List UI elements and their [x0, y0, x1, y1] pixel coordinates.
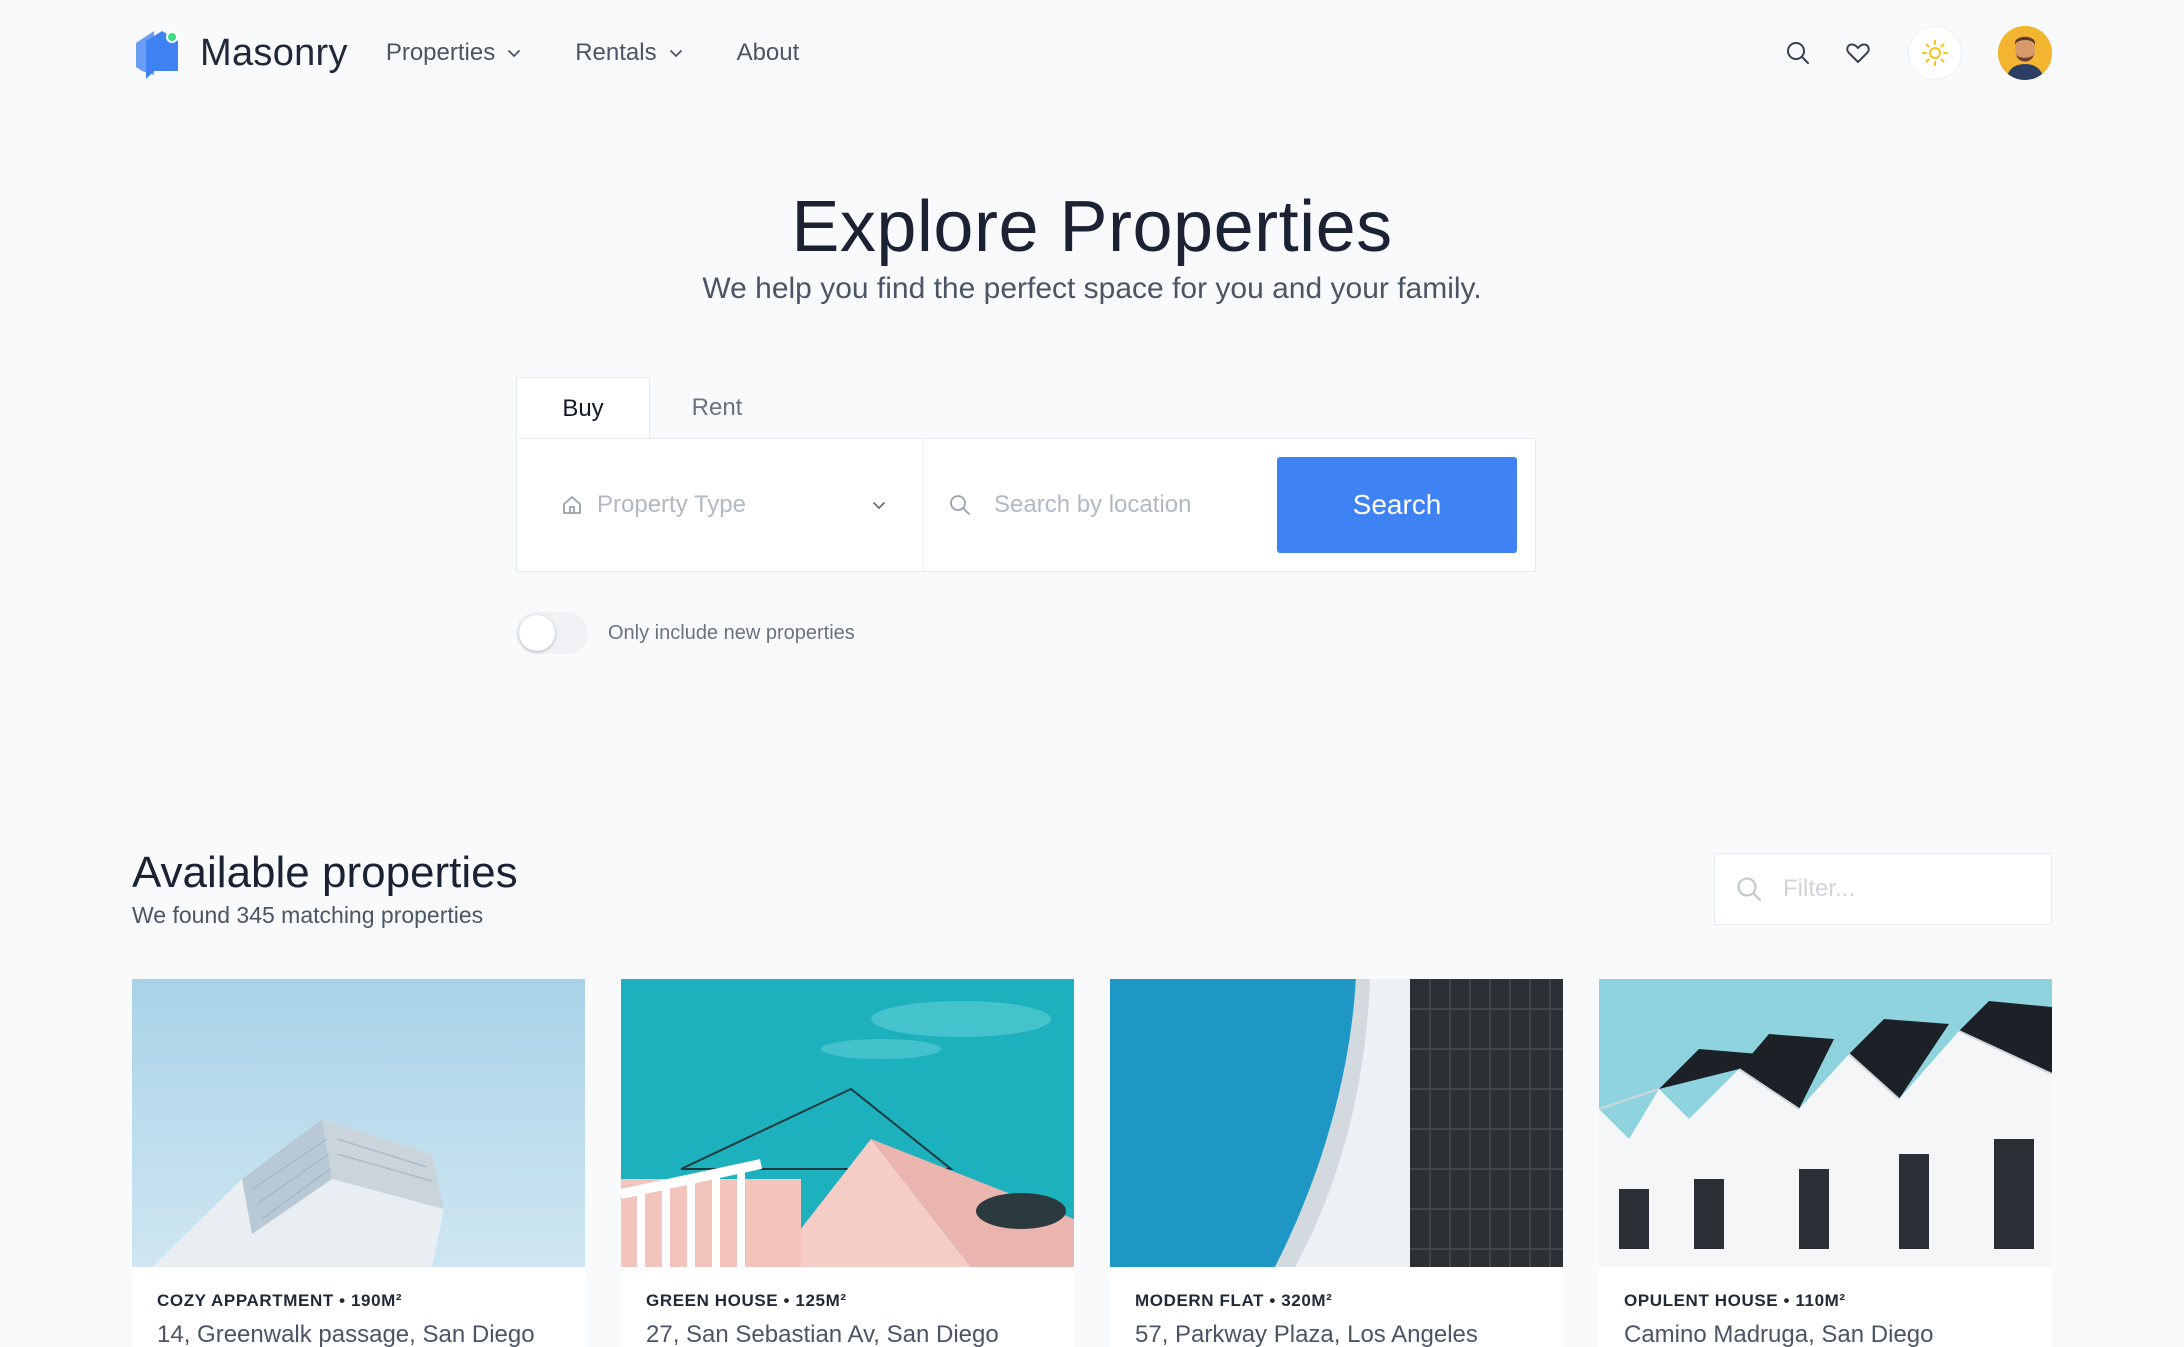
- nav-rentals-label: Rentals: [575, 39, 657, 66]
- card-address: 57, Parkway Plaza, Los Angeles: [1135, 1321, 1478, 1347]
- property-card[interactable]: OPULENT HOUSE • 110M² Camino Madruga, Sa…: [1599, 979, 2052, 1347]
- avatar[interactable]: [1998, 26, 2052, 80]
- new-properties-toggle[interactable]: [516, 612, 588, 654]
- card-meta: MODERN FLAT • 320M²: [1135, 1291, 1333, 1310]
- toggle-label: Only include new properties: [608, 621, 855, 644]
- home-icon: [563, 496, 581, 514]
- property-type-placeholder: Property Type: [597, 491, 746, 518]
- chevron-down-icon: [669, 50, 682, 58]
- brand[interactable]: Masonry: [132, 27, 348, 79]
- brand-name: Masonry: [200, 31, 348, 74]
- hero-subtitle: We help you find the perfect space for y…: [702, 272, 1482, 305]
- toggle-knob: [519, 615, 555, 651]
- location-search-input[interactable]: [994, 491, 1264, 519]
- property-card[interactable]: GREEN HOUSE • 125M² 27, San Sebastian Av…: [621, 979, 1074, 1347]
- search-panel: Property Type Search: [516, 438, 1536, 572]
- property-card[interactable]: COZY APPARTMENT • 190M² 14, Greenwalk pa…: [132, 979, 585, 1347]
- card-meta: OPULENT HOUSE • 110M²: [1624, 1291, 1846, 1310]
- hero-title: Explore Properties: [791, 187, 1393, 267]
- nav-about[interactable]: About: [737, 39, 800, 67]
- chevron-down-icon: [873, 502, 885, 510]
- property-cards: COZY APPARTMENT • 190M² 14, Greenwalk pa…: [132, 979, 2052, 1347]
- property-image: [1599, 979, 2052, 1267]
- brand-logo-icon: [132, 27, 184, 79]
- property-image: [132, 979, 585, 1267]
- search-tabs: Buy Rent: [516, 377, 784, 439]
- search-icon: [1737, 877, 1761, 901]
- nav-rentals[interactable]: Rentals: [575, 39, 684, 67]
- nav-properties[interactable]: Properties: [386, 39, 523, 67]
- property-type-select[interactable]: Property Type: [517, 439, 924, 571]
- new-properties-toggle-row: Only include new properties: [516, 612, 855, 654]
- card-meta: COZY APPARTMENT • 190M²: [157, 1291, 403, 1310]
- search-icon: [950, 495, 970, 515]
- property-image: [1110, 979, 1563, 1267]
- filter-input[interactable]: [1783, 875, 2023, 903]
- property-card[interactable]: MODERN FLAT • 320M² 57, Parkway Plaza, L…: [1110, 979, 1563, 1347]
- navbar: Masonry Properties Rentals About: [132, 22, 2052, 84]
- tab-buy[interactable]: Buy: [516, 377, 650, 439]
- search-button[interactable]: Search: [1277, 457, 1517, 553]
- location-field: [924, 439, 1277, 571]
- nav-properties-label: Properties: [385, 39, 496, 66]
- card-address: Camino Madruga, San Diego: [1624, 1321, 1934, 1347]
- theme-toggle-button[interactable]: [1908, 26, 1962, 80]
- card-address: 14, Greenwalk passage, San Diego: [157, 1321, 535, 1347]
- search-icon[interactable]: [1776, 31, 1820, 75]
- heart-icon[interactable]: [1836, 31, 1880, 75]
- sun-icon: [1922, 40, 1948, 66]
- nav-about-label: About: [736, 39, 800, 66]
- card-address: 27, San Sebastian Av, San Diego: [646, 1321, 999, 1347]
- filter-field: [1714, 853, 2052, 925]
- property-image: [621, 979, 1074, 1267]
- chevron-down-icon: [508, 50, 521, 58]
- tab-rent[interactable]: Rent: [650, 377, 784, 439]
- section-title: Available properties: [132, 848, 518, 897]
- card-meta: GREEN HOUSE • 125M²: [646, 1291, 847, 1310]
- section-subtitle: We found 345 matching properties: [132, 902, 484, 928]
